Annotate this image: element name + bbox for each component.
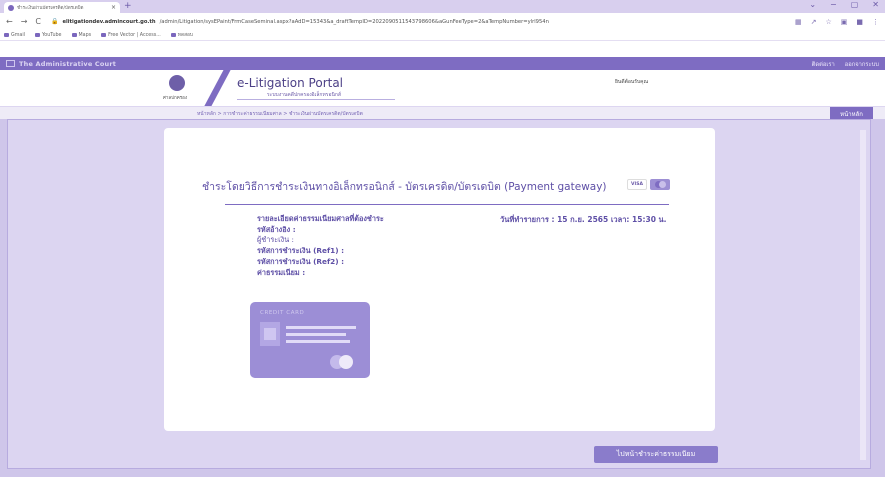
browser-action-icons: ▦ ↗ ☆ ▣ ■ ⋮: [795, 18, 879, 26]
court-seal-icon: [169, 75, 185, 91]
bookmark-label: Gmail: [11, 32, 25, 38]
tab-title: ชำระเงินผ่านบัตรเครดิต/บัตรเดบิต: [17, 6, 84, 11]
profile-icon[interactable]: ■: [856, 18, 863, 26]
star-icon[interactable]: ☆: [825, 18, 831, 26]
tab-close-icon[interactable]: ×: [111, 4, 116, 11]
court-name: The Administrative Court: [19, 59, 117, 68]
menu-icon[interactable]: ⋮: [872, 18, 879, 26]
bookmark-label: ทดสอบ: [177, 33, 193, 38]
bookmarks-bar: Gmail YouTube Maps Free Vector | Access.…: [0, 30, 885, 41]
ref1-label: รหัสการชำระเงิน (Ref1) :: [257, 246, 345, 256]
new-tab-button[interactable]: +: [124, 1, 132, 11]
portal-subtitle: ระบบงานคดีปกครองอิเล็กทรอนิกส์: [267, 92, 341, 98]
details-heading: รายละเอียดค่าธรรมเนียมศาลที่ต้องชำระ: [257, 214, 384, 223]
url-host: elitigationdev.admincourt.go.th: [62, 18, 156, 25]
main-area: ชำระโดยวิธีการชำระเงินทางอิเล็กทรอนิกส์ …: [0, 119, 885, 477]
portal-title[interactable]: e-Litigation Portal: [237, 76, 343, 90]
fee-details: รายละเอียดค่าธรรมเนียมศาลที่ต้องชำระ รหั…: [257, 214, 384, 278]
logout-link[interactable]: ออกจากระบบ: [845, 59, 879, 69]
breadcrumb[interactable]: หน้าหลัก > การชำระค่าธรรมเนียมศาล > ชำระ…: [197, 110, 363, 118]
portal-header: ศาลปกครอง e-Litigation Portal ระบบงานคดี…: [0, 70, 885, 106]
freevector-icon: [101, 33, 107, 37]
window-controls: ⌄ − ▢ ✕: [809, 0, 879, 9]
reload-icon[interactable]: C: [35, 17, 41, 26]
bookmark-maps[interactable]: Maps: [71, 32, 92, 38]
fee-label: ค่าธรรมเนียม :: [257, 267, 306, 277]
url-field[interactable]: 🔒 elitigationdev.admincourt.go.th/admin/…: [51, 16, 783, 28]
ref2-label: รหัสการชำระเงิน (Ref2) :: [257, 256, 345, 266]
minimize-icon[interactable]: −: [830, 0, 837, 9]
breadcrumb-bar: หน้าหลัก > การชำระค่าธรรมเนียมศาล > ชำระ…: [0, 106, 885, 120]
visa-icon: VISA: [627, 179, 647, 190]
mastercard-icon: [650, 179, 670, 190]
credit-card-illustration: CREDIT CARD: [250, 302, 370, 378]
forward-icon[interactable]: →: [21, 17, 28, 26]
back-icon[interactable]: ←: [6, 17, 13, 26]
gmail-icon: [4, 33, 9, 37]
bookmark-label: Free Vector | Access...: [108, 32, 161, 38]
seal-label: ศาลปกครอง: [163, 96, 188, 101]
lock-icon: 🔒: [51, 18, 59, 25]
card-line: [286, 326, 356, 329]
court-header-bar: The Administrative Court ติดต่อเรา ออกจา…: [0, 57, 885, 70]
browser-tab-bar: ชำระเงินผ่านบัตรเครดิต/บัตรเดบิต × + ⌄ −…: [0, 0, 885, 13]
url-path: /admin/Litigation/sysEPaint/FrmCaseSemin…: [159, 18, 549, 25]
title-underline: [237, 99, 395, 100]
card-circle-icon: [339, 355, 353, 369]
card-chip-icon: [260, 322, 280, 346]
bookmark-test[interactable]: ทดสอบ: [170, 31, 193, 39]
bookmark-youtube[interactable]: YouTube: [35, 33, 62, 38]
payment-card: ชำระโดยวิธีการชำระเงินทางอิเล็กทรอนิกส์ …: [164, 128, 715, 431]
go-to-payment-button[interactable]: ไปหน้าชำระค่าธรรมเนียม: [594, 446, 718, 463]
card-line: [286, 333, 346, 336]
payer-label: ผู้ชำระเงิน :: [257, 235, 294, 245]
extension-icon[interactable]: ▣: [841, 18, 848, 26]
transaction-date: วันที่ทำรายการ : 15 ก.ย. 2565 เวลา: 15:3…: [500, 215, 667, 224]
court-logo-icon: [6, 60, 15, 67]
bookmark-free-vector[interactable]: Free Vector | Access...: [101, 33, 161, 38]
court-brand[interactable]: The Administrative Court: [6, 60, 116, 68]
favicon-icon: [8, 4, 14, 11]
maps-icon: [71, 33, 77, 37]
contact-link[interactable]: ติดต่อเรา: [812, 59, 835, 69]
scrollbar[interactable]: [860, 130, 866, 460]
welcome-text: ยินดีต้อนรับคุณ: [615, 79, 649, 85]
bookmark-gmail[interactable]: Gmail: [4, 33, 25, 38]
tab-search-icon[interactable]: ⌄: [809, 0, 816, 9]
address-bar-row: ← → C 🔒 elitigationdev.admincourt.go.th /…: [0, 13, 885, 30]
maximize-icon[interactable]: ▢: [851, 0, 859, 9]
card-line: [286, 340, 350, 343]
payment-title: ชำระโดยวิธีการชำระเงินทางอิเล็กทรอนิกส์ …: [202, 181, 607, 193]
bookmark-label: Maps: [78, 32, 92, 38]
translate-icon[interactable]: ▦: [795, 18, 802, 26]
court-top-links: ติดต่อเรา ออกจากระบบ: [812, 59, 879, 69]
close-window-icon[interactable]: ✕: [872, 0, 879, 9]
credit-card-label: CREDIT CARD: [260, 310, 305, 316]
share-icon[interactable]: ↗: [811, 18, 817, 26]
bookmark-label: YouTube: [42, 32, 62, 38]
browser-tab[interactable]: ชำระเงินผ่านบัตรเครดิต/บัตรเดบิต ×: [4, 2, 120, 13]
youtube-icon: [35, 33, 40, 37]
title-divider: [225, 204, 669, 205]
header-decoration: [196, 70, 236, 106]
ref-label: รหัสอ้างอิง :: [257, 224, 296, 234]
bookmark-icon: [170, 33, 176, 37]
